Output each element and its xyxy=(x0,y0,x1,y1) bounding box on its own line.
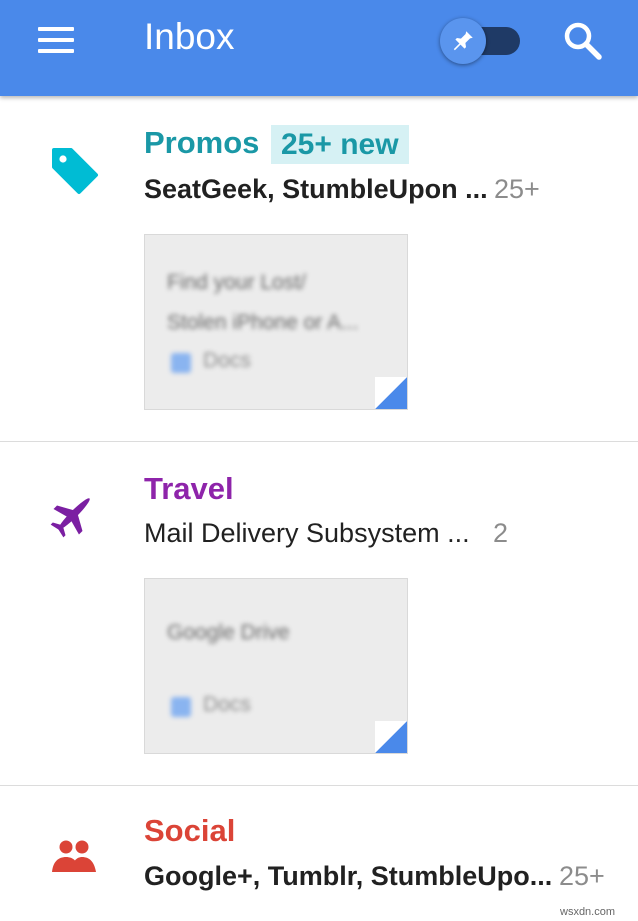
search-button[interactable] xyxy=(562,20,604,62)
bundle-travel[interactable]: Travel Mail Delivery Subsystem ... 2 Goo… xyxy=(0,442,638,785)
senders-list: SeatGeek, StumbleUpon ... xyxy=(144,174,488,204)
pin-toggle[interactable] xyxy=(440,18,524,64)
search-icon xyxy=(564,22,602,60)
people-icon xyxy=(52,840,96,872)
bundle-promos[interactable]: Promos 25+ new SeatGeek, StumbleUpon ...… xyxy=(0,96,638,441)
page-fold-icon xyxy=(375,721,407,753)
watermark: wsxdn.com xyxy=(560,906,616,918)
app-bar: Inbox xyxy=(0,0,638,96)
pushpin-icon xyxy=(453,31,473,51)
senders-list: Google+, Tumblr, StumbleUpo... xyxy=(144,861,553,891)
page-title: Inbox xyxy=(144,16,235,57)
bundle-social[interactable]: Social Google+, Tumblr, StumbleUpo... 25… xyxy=(0,786,638,921)
new-count-badge: 25+ new xyxy=(271,125,409,164)
message-count: 25+ xyxy=(494,174,540,204)
docs-icon xyxy=(171,697,191,717)
hamburger-menu-icon[interactable] xyxy=(38,27,74,53)
message-count: 2 xyxy=(493,518,509,548)
toggle-knob[interactable] xyxy=(440,18,486,64)
docs-icon xyxy=(171,353,191,373)
message-count: 25+ xyxy=(559,861,605,891)
airplane-icon xyxy=(50,498,90,538)
senders-list: Mail Delivery Subsystem ... xyxy=(144,518,470,548)
category-name: Promos xyxy=(144,125,260,160)
page-fold-icon xyxy=(375,377,407,409)
attachment-title-line: Stolen iPhone or A... xyxy=(167,311,359,334)
category-name: Travel xyxy=(144,471,234,506)
attachment-title-line: Google Drive xyxy=(167,621,290,644)
attachment-title-line: Find your Lost/ xyxy=(167,271,306,294)
attachment-card[interactable]: Google Drive Docs xyxy=(144,578,408,754)
attachment-card[interactable]: Find your Lost/ Stolen iPhone or A... Do… xyxy=(144,234,408,410)
tag-icon xyxy=(52,148,98,194)
attachment-type-label: Docs xyxy=(203,349,251,372)
category-name: Social xyxy=(144,813,236,848)
attachment-type-label: Docs xyxy=(203,693,251,716)
